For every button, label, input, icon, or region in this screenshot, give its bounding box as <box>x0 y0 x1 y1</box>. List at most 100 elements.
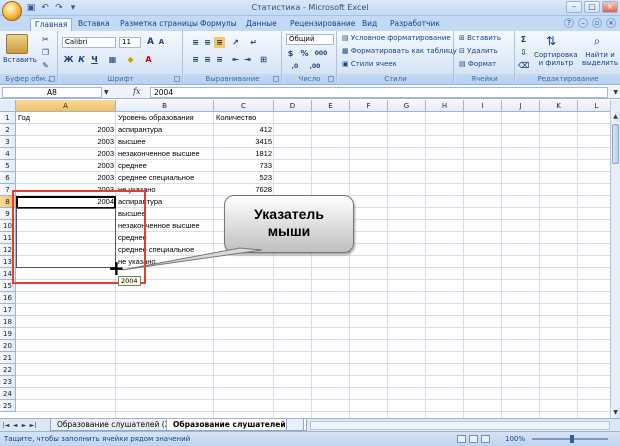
page-layout-view-icon[interactable] <box>469 435 478 443</box>
row-header[interactable]: 1 <box>0 112 16 124</box>
cell-count[interactable] <box>214 256 274 268</box>
sort-filter-button[interactable]: Сортировка и фильтр <box>534 51 578 67</box>
minimize-button[interactable]: – <box>566 1 582 13</box>
cell-level[interactable]: аспирантура <box>116 124 214 136</box>
thousands-button[interactable]: 000 <box>313 48 329 59</box>
expand-formula-icon[interactable]: ▼ <box>613 89 618 96</box>
vertical-scrollbar[interactable]: ▲ ▼ <box>610 100 620 418</box>
column-header[interactable]: F <box>350 100 388 112</box>
new-sheet-icon[interactable] <box>286 419 304 431</box>
row-header[interactable]: 3 <box>0 136 16 148</box>
launcher-icon[interactable] <box>49 76 55 82</box>
autosum-icon[interactable]: Σ <box>518 34 529 45</box>
increase-decimal-button[interactable]: ,0 <box>287 61 303 72</box>
cell-count[interactable]: 523 <box>214 172 274 184</box>
decrease-decimal-button[interactable]: ,00 <box>307 61 323 72</box>
shrink-font-icon[interactable]: A <box>156 37 167 48</box>
align-top-icon[interactable]: ≡ <box>190 37 201 48</box>
align-center-icon[interactable]: ≡ <box>202 54 213 65</box>
font-size-select[interactable]: 11 <box>119 37 141 48</box>
sheet-tab[interactable]: Образование слушателей (2) <box>50 419 180 431</box>
borders-icon[interactable]: ▦ <box>107 54 118 65</box>
normal-view-icon[interactable] <box>457 435 466 443</box>
tab-review[interactable]: Рецензирование <box>286 18 359 31</box>
row-header[interactable]: 6 <box>0 172 16 184</box>
grow-font-icon[interactable]: A <box>145 37 156 48</box>
find-select-button[interactable]: Найти и выделить <box>582 51 618 67</box>
row-header[interactable]: 5 <box>0 160 16 172</box>
cell-header-year[interactable]: Год <box>16 112 116 124</box>
merge-icon[interactable]: ⊞ <box>258 54 269 65</box>
cell-level[interactable]: среднее специальное <box>116 172 214 184</box>
column-header[interactable]: D <box>274 100 312 112</box>
number-format-select[interactable]: Общий <box>286 34 334 45</box>
name-box[interactable]: A8 <box>2 87 102 98</box>
wrap-text-icon[interactable]: ↵ <box>248 37 259 48</box>
align-left-icon[interactable]: ≡ <box>190 54 201 65</box>
fill-icon[interactable]: ⇩ <box>518 47 529 58</box>
tab-formulas[interactable]: Формулы <box>196 18 241 31</box>
percent-button[interactable]: % <box>299 48 310 59</box>
next-sheet-icon[interactable]: ► <box>20 421 28 430</box>
row-header[interactable]: 17 <box>0 304 16 316</box>
close-button[interactable]: × <box>602 1 618 13</box>
sort-filter-icon[interactable]: ⇅ <box>542 33 560 49</box>
zoom-slider-knob[interactable] <box>570 435 574 443</box>
column-header[interactable]: C <box>214 100 274 112</box>
cell-year[interactable]: 2003 <box>16 148 116 160</box>
column-header[interactable]: A <box>16 100 116 112</box>
column-header[interactable]: H <box>426 100 464 112</box>
orientation-icon[interactable]: ↗ <box>230 37 241 48</box>
cell-year[interactable]: 2003 <box>16 160 116 172</box>
last-sheet-icon[interactable]: ►| <box>29 421 37 430</box>
cell-count[interactable]: 1812 <box>214 148 274 160</box>
tab-view[interactable]: Вид <box>358 18 381 31</box>
cell-count[interactable]: 733 <box>214 160 274 172</box>
binoculars-icon[interactable]: ⌕ <box>588 33 606 49</box>
ribbon-minimize-icon[interactable]: – <box>578 18 588 28</box>
row-header[interactable]: 20 <box>0 340 16 352</box>
paste-button[interactable]: Вставить <box>3 56 37 64</box>
copy-icon[interactable]: ❐ <box>40 47 51 58</box>
row-header[interactable]: 23 <box>0 376 16 388</box>
row-header[interactable]: 18 <box>0 316 16 328</box>
help-icon[interactable]: ? <box>564 18 574 28</box>
tab-insert[interactable]: Вставка <box>74 18 114 31</box>
tab-data[interactable]: Данные <box>242 18 281 31</box>
italic-button[interactable]: К <box>76 54 87 65</box>
row-header[interactable]: 4 <box>0 148 16 160</box>
insert-function-icon[interactable]: fx <box>133 87 140 96</box>
cell-count[interactable]: 3415 <box>214 136 274 148</box>
tab-page-layout[interactable]: Разметка страницы <box>116 18 202 31</box>
underline-button[interactable]: Ч <box>89 54 100 65</box>
cell-count[interactable]: 412 <box>214 124 274 136</box>
scroll-thumb[interactable] <box>612 124 619 164</box>
align-middle-icon[interactable]: ≡ <box>202 37 213 48</box>
insert-cells-button[interactable]: ⊞ Вставить <box>459 34 501 42</box>
font-name-select[interactable]: Calibri <box>62 37 116 48</box>
cell-styles-button[interactable]: ▣ Стили ячеек <box>342 60 397 68</box>
horizontal-scrollbar[interactable] <box>310 421 610 430</box>
zoom-level[interactable]: 100% <box>505 435 525 443</box>
row-header[interactable]: 24 <box>0 388 16 400</box>
column-header[interactable]: I <box>464 100 502 112</box>
format-painter-icon[interactable]: ✎ <box>40 60 51 71</box>
cut-icon[interactable]: ✂ <box>40 34 51 45</box>
worksheet-grid[interactable]: A B C D E F G H I J K L 1 2 3 4 5 6 7 8 9 10 11 12 13 14 15 16 17 18 1… <box>0 100 610 418</box>
row-header[interactable]: 16 <box>0 292 16 304</box>
column-header[interactable]: J <box>502 100 540 112</box>
office-button[interactable] <box>2 1 22 21</box>
maximize-button[interactable]: □ <box>584 1 600 13</box>
page-break-view-icon[interactable] <box>481 435 490 443</box>
tab-home[interactable]: Главная <box>30 18 73 31</box>
formula-input[interactable]: 2004 <box>150 87 608 98</box>
format-as-table-button[interactable]: ▦ Форматировать как таблицу <box>342 47 457 55</box>
cell-year[interactable]: 2003 <box>16 172 116 184</box>
name-box-dropdown-icon[interactable]: ▼ <box>104 89 109 96</box>
cell-header-level[interactable]: Уровень образования <box>116 112 214 124</box>
conditional-formatting-button[interactable]: ▤ Условное форматирование <box>342 34 451 42</box>
cell-level[interactable]: незаконченное высшее <box>116 148 214 160</box>
column-header[interactable]: K <box>540 100 578 112</box>
row-header[interactable]: 25 <box>0 400 16 412</box>
indent-icon[interactable]: ⇤ <box>230 54 241 65</box>
